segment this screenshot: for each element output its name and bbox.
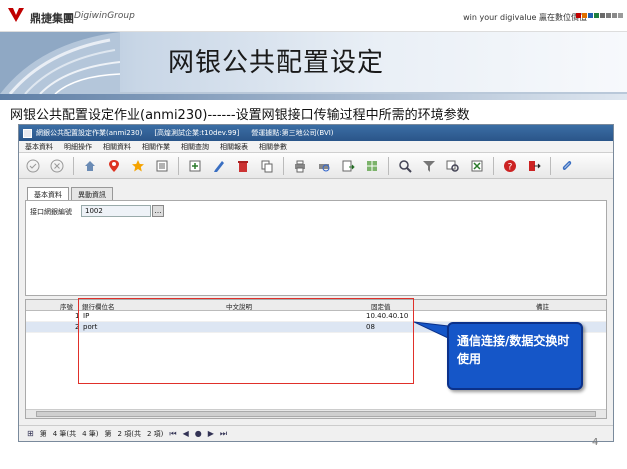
add-icon[interactable]: [185, 156, 205, 176]
toolbar-separator: [283, 156, 284, 175]
color-square: [612, 13, 617, 18]
last-record-icon[interactable]: ⏭: [220, 429, 227, 439]
search-icon[interactable]: [395, 156, 415, 176]
list-icon[interactable]: [152, 156, 172, 176]
window-title-company: [高煌測試企業:t10dev.99]: [154, 129, 240, 137]
menu-related-query[interactable]: 相關查詢: [181, 142, 209, 152]
menu-related-params[interactable]: 相關參數: [259, 142, 287, 152]
color-square: [618, 13, 623, 18]
bank-interface-id-label: 接口網銀編號: [30, 208, 72, 216]
color-square: [588, 13, 593, 18]
color-squares: [576, 13, 623, 18]
svg-text:?: ?: [508, 162, 513, 172]
window-title-site: 營運據點:第三地公司(BVI): [251, 129, 334, 137]
print-preview-icon[interactable]: [314, 156, 334, 176]
page-total: 4 筆): [82, 429, 99, 438]
exit-icon[interactable]: [524, 156, 544, 176]
callout-pointer: [414, 321, 449, 339]
color-square: [606, 13, 611, 18]
export-excel-icon[interactable]: [467, 156, 487, 176]
form-panel: 接口網銀編號 1002 …: [25, 200, 607, 296]
export-icon[interactable]: [338, 156, 358, 176]
toolbar-separator: [493, 156, 494, 175]
slide-title: 网银公共配置设定: [168, 48, 385, 78]
delete-icon[interactable]: [233, 156, 253, 176]
current-record-icon[interactable]: ●: [195, 429, 202, 438]
color-square: [600, 13, 605, 18]
toolbar: ?: [19, 153, 613, 179]
toolbar-separator: [550, 156, 551, 175]
locate-icon[interactable]: [104, 156, 124, 176]
item-prefix: 第: [104, 429, 112, 438]
scrollbar-thumb[interactable]: [36, 411, 596, 417]
color-square: [576, 13, 581, 18]
window-title-program: 網銀公共配置設定作業(anmi230): [36, 129, 143, 137]
callout-note: 通信连接/数据交换时使用: [447, 322, 583, 390]
favorite-icon[interactable]: [128, 156, 148, 176]
col-seq[interactable]: 序號: [60, 301, 73, 311]
slide-subtitle: 网银公共配置设定作业(anmi230)------设置网银接口传输过程中所需的环…: [10, 108, 470, 123]
color-square: [594, 13, 599, 18]
col-note[interactable]: 備註: [536, 301, 549, 311]
grid-icon[interactable]: [362, 156, 382, 176]
status-bar: ⊞ 第 4 筆(共 4 筆) 第 2 項(共 2 項) ⏮ ◀ ● ▶ ⏭: [19, 425, 613, 441]
digiwin-logo-icon: [8, 8, 24, 22]
color-square: [582, 13, 587, 18]
toolbar-separator: [178, 156, 179, 175]
horizontal-scrollbar[interactable]: [26, 409, 606, 418]
copy-icon[interactable]: [257, 156, 277, 176]
slide-topbar: 鼎捷集團 DigiwinGroup win your digivalue 贏在數…: [0, 0, 627, 32]
item-total: 2 項): [146, 429, 164, 438]
help-icon[interactable]: ?: [500, 156, 520, 176]
page-number: 4: [592, 437, 599, 448]
highlight-box: [78, 298, 414, 384]
first-record-icon[interactable]: ⏮: [169, 429, 176, 439]
item-current: 2 項(共: [117, 429, 141, 438]
prev-record-icon[interactable]: ◀: [183, 429, 189, 438]
bank-interface-id-field[interactable]: 1002: [81, 205, 151, 217]
menu-related-ops[interactable]: 相關作業: [142, 142, 170, 152]
next-record-icon[interactable]: ▶: [208, 429, 214, 438]
toolbar-separator: [73, 156, 74, 175]
confirm-icon[interactable]: [23, 156, 43, 176]
logo-subtext: DigiwinGroup: [74, 11, 135, 21]
window-icon: [23, 128, 32, 138]
menu-bar: 基本資料 明細操作 相關資料 相關作業 相關查詢 相關報表 相關參數: [19, 141, 613, 153]
banner-stripe: [0, 94, 627, 100]
filter-icon[interactable]: [419, 156, 439, 176]
app-window: 網銀公共配置設定作業(anmi230) [高煌測試企業:t10dev.99] 營…: [18, 124, 614, 442]
page-current: 4 筆(共: [52, 429, 77, 438]
lookup-button[interactable]: …: [152, 205, 164, 217]
query-icon[interactable]: [443, 156, 463, 176]
menu-basic-data[interactable]: 基本資料: [25, 142, 53, 152]
menu-detail-ops[interactable]: 明細操作: [64, 142, 92, 152]
toolbar-separator: [388, 156, 389, 175]
home-icon[interactable]: [80, 156, 100, 176]
menu-related-report[interactable]: 相關報表: [220, 142, 248, 152]
record-icon: ⊞: [27, 429, 34, 438]
attach-icon[interactable]: [557, 156, 577, 176]
cancel-icon[interactable]: [47, 156, 67, 176]
page-prefix: 第: [39, 429, 47, 438]
menu-related-data[interactable]: 相關資料: [103, 142, 131, 152]
slogan: win your digivalue 贏在數位價值: [463, 13, 587, 22]
staircase-decoration: [0, 32, 120, 94]
window-titlebar[interactable]: 網銀公共配置設定作業(anmi230) [高煌測試企業:t10dev.99] 營…: [19, 125, 613, 141]
print-icon[interactable]: [290, 156, 310, 176]
edit-icon[interactable]: [209, 156, 229, 176]
logo-text: 鼎捷集團: [30, 12, 74, 25]
